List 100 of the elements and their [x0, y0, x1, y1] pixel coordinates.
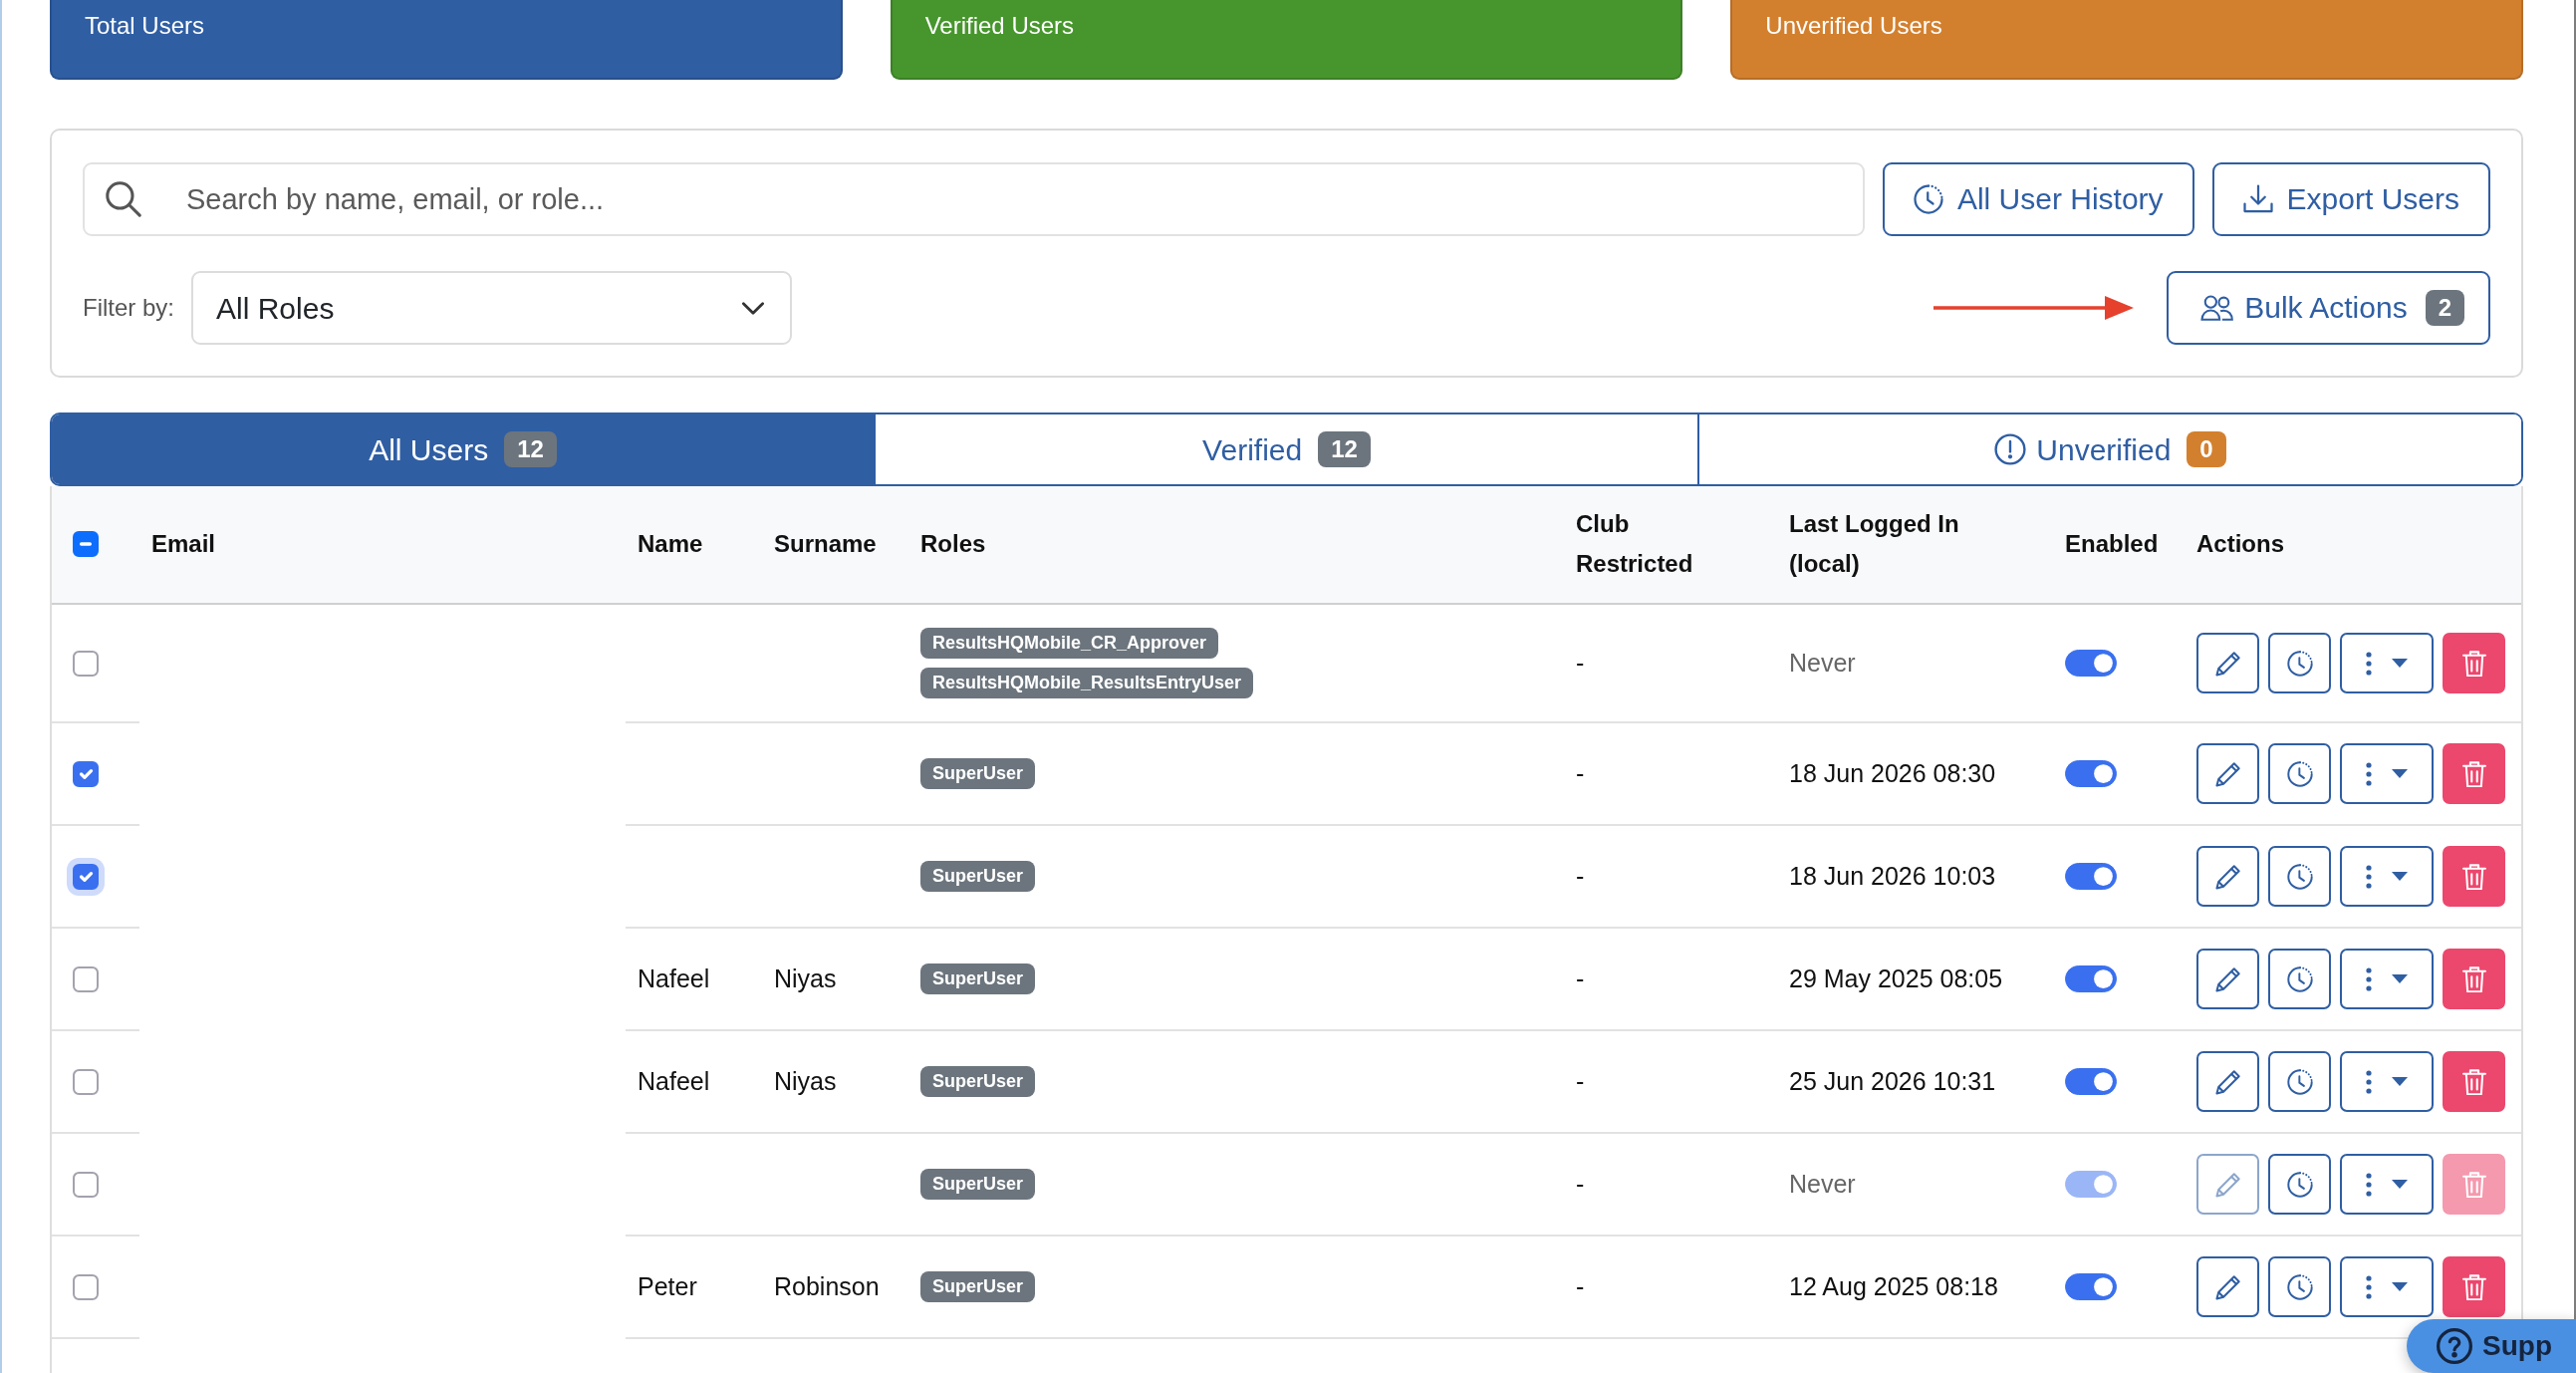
kebab-icon — [2366, 1172, 2372, 1197]
table-cell: - — [1564, 928, 1777, 1030]
kebab-icon — [2366, 864, 2372, 889]
history-button[interactable] — [2268, 633, 2331, 693]
more-dropdown-button[interactable] — [2340, 633, 2434, 693]
table-cell: Niyas — [762, 928, 908, 1030]
table-cell: 18 Jun 2026 08:30 — [1777, 722, 2053, 825]
table-cell: 25 Jun 2026 10:31 — [1777, 1030, 2053, 1133]
count-badge: 12 — [504, 431, 557, 467]
row-checkbox[interactable] — [73, 1068, 99, 1095]
caret-down-icon — [2392, 872, 2408, 881]
clock-icon — [2286, 760, 2313, 787]
more-dropdown-button[interactable] — [2340, 1154, 2434, 1215]
filter-label: Filter by: — [83, 293, 174, 323]
history-button[interactable] — [2268, 1256, 2331, 1317]
more-dropdown-button[interactable] — [2340, 846, 2434, 907]
table-cell: Niyas — [762, 1030, 908, 1133]
clock-icon — [2286, 1068, 2313, 1095]
trash-icon — [2460, 1171, 2487, 1198]
toggle-switch[interactable] — [2065, 760, 2117, 787]
role-badge: SuperUser — [920, 963, 1036, 994]
pencil-icon — [2214, 650, 2241, 677]
history-button[interactable] — [2268, 949, 2331, 1009]
toggle-switch[interactable] — [2065, 1068, 2117, 1095]
tab[interactable]: Unverified 0 — [1697, 414, 2521, 484]
edit-button[interactable] — [2196, 949, 2259, 1009]
caret-down-icon — [2392, 1180, 2408, 1189]
role-badge: ResultsHQMobile_ResultsEntryUser — [920, 668, 1254, 698]
support-button[interactable]: Supp — [2407, 1319, 2576, 1373]
count-badge: 12 — [1318, 431, 1371, 467]
edit-button[interactable] — [2196, 846, 2259, 907]
row-checkbox[interactable] — [73, 1273, 99, 1300]
table-cell: Never — [1777, 1133, 2053, 1236]
question-circle-icon — [2437, 1328, 2472, 1364]
role-badge: SuperUser — [920, 1066, 1036, 1097]
delete-button[interactable] — [2443, 633, 2505, 693]
more-dropdown-button[interactable] — [2340, 1051, 2434, 1112]
column-header: Roles — [920, 529, 986, 559]
trash-icon — [2460, 650, 2487, 677]
history-button[interactable] — [2268, 1154, 2331, 1215]
table-cell: 18 Jun 2026 10:03 — [1777, 825, 2053, 928]
more-dropdown-button[interactable] — [2340, 1256, 2434, 1317]
trash-icon — [2460, 760, 2487, 787]
delete-button[interactable] — [2443, 846, 2505, 907]
edit-button[interactable] — [2196, 1256, 2259, 1317]
exclamation-circle-icon — [1994, 433, 2027, 465]
edit-button[interactable] — [2196, 1051, 2259, 1112]
delete-button[interactable] — [2443, 743, 2505, 804]
table-cell: - — [1564, 1030, 1777, 1133]
clock-icon — [2286, 1273, 2313, 1300]
bulk-actions-button[interactable]: Bulk Actions 2 — [2167, 271, 2490, 345]
pencil-icon — [2214, 760, 2241, 787]
toggle-switch[interactable] — [2065, 1273, 2117, 1300]
caret-down-icon — [2392, 769, 2408, 778]
people-icon — [2200, 294, 2235, 322]
delete-button[interactable] — [2443, 1051, 2505, 1112]
caret-down-icon — [2392, 974, 2408, 983]
row-checkbox[interactable] — [73, 863, 99, 890]
toggle-switch[interactable] — [2065, 863, 2117, 890]
clock-icon — [1913, 184, 1943, 214]
table-cell: - — [1564, 825, 1777, 928]
role-badge: ResultsHQMobile_CR_Approver — [920, 628, 1219, 659]
more-dropdown-button[interactable] — [2340, 949, 2434, 1009]
search-icon — [106, 181, 141, 217]
role-badge: SuperUser — [920, 1169, 1036, 1200]
row-checkbox[interactable] — [73, 650, 99, 677]
row-checkbox[interactable] — [73, 965, 99, 992]
caret-down-icon — [2392, 659, 2408, 668]
history-button[interactable] — [2268, 1051, 2331, 1112]
kebab-icon — [2366, 1274, 2372, 1299]
more-dropdown-button[interactable] — [2340, 743, 2434, 804]
export-button[interactable]: Export Users — [2211, 162, 2490, 236]
tab[interactable]: All Users 12 — [52, 414, 874, 484]
edit-button[interactable] — [2196, 633, 2259, 693]
toggle-switch[interactable] — [2065, 650, 2117, 677]
history-button[interactable] — [2268, 846, 2331, 907]
row-checkbox[interactable] — [73, 760, 99, 787]
table-cell: 12 Aug 2025 08:18 — [1777, 1236, 2053, 1338]
column-header: Club Restricted — [1576, 509, 1694, 579]
history-button[interactable] — [2268, 743, 2331, 804]
kebab-icon — [2366, 1069, 2372, 1094]
pencil-icon — [2214, 965, 2241, 992]
column-header: Surname — [774, 529, 877, 559]
clock-icon — [2286, 863, 2313, 890]
delete-button[interactable] — [2443, 1256, 2505, 1317]
pencil-icon — [2214, 863, 2241, 890]
column-header: Name — [638, 529, 703, 559]
role-select[interactable]: All Roles — [191, 271, 792, 345]
search-field[interactable]: Search by name, email, or role... — [83, 162, 1865, 236]
column-header: Enabled — [2065, 529, 2159, 559]
arrow-icon — [1933, 296, 2135, 320]
trash-icon — [2460, 1273, 2487, 1300]
select-all-checkbox[interactable] — [73, 531, 99, 557]
delete-button[interactable] — [2443, 949, 2505, 1009]
toggle-switch[interactable] — [2065, 965, 2117, 992]
trash-icon — [2460, 1068, 2487, 1095]
card-title: Verified Users — [924, 11, 1075, 41]
user-history-button[interactable]: All User History — [1882, 162, 2194, 236]
table-cell: 29 May 2025 08:05 — [1777, 928, 2053, 1030]
edit-button[interactable] — [2196, 743, 2259, 804]
